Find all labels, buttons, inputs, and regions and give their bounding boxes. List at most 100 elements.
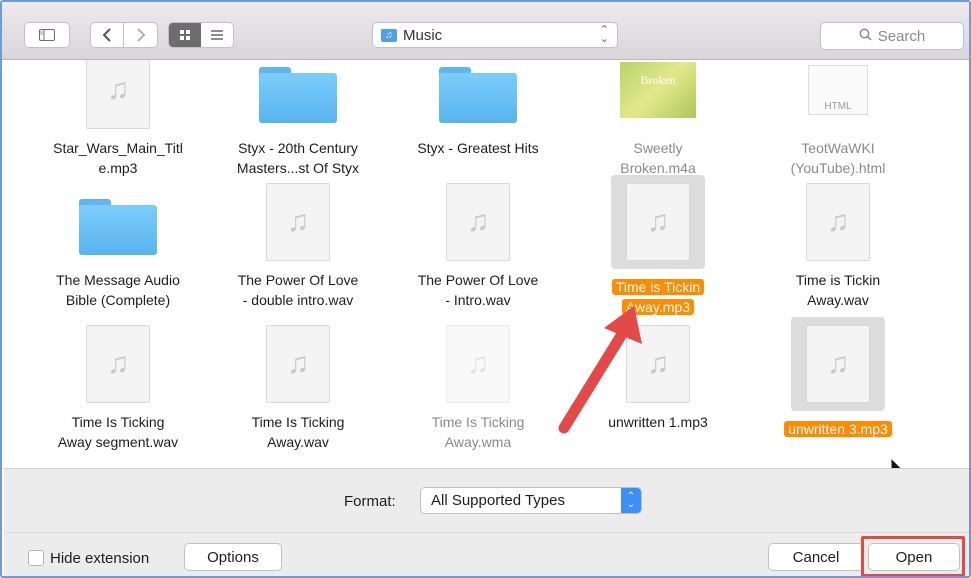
file-name-line2: Bible (Complete) (65, 292, 171, 308)
file-thumbnail: ♫ (78, 60, 158, 130)
file-item[interactable]: ♫ Time Is Ticking Away.wma (388, 324, 568, 452)
music-note-icon: ♫ (806, 325, 870, 403)
sidebar-icon (39, 29, 55, 41)
file-name-line2: Away.wma (444, 434, 512, 450)
music-note-icon: ♫ (266, 325, 330, 403)
file-name-line2: Masters...st Of Styx (236, 160, 360, 176)
file-thumbnail: ♫ (438, 324, 518, 404)
file-item[interactable]: ♫ The Power Of Love - double intro.wav (208, 182, 388, 310)
file-name: The Power Of Love - double intro.wav (213, 270, 383, 310)
file-name-line2: Away.wav (267, 434, 329, 450)
file-item[interactable]: The Message Audio Bible (Complete) (28, 182, 208, 310)
sidebar-toggle-button[interactable] (24, 22, 70, 48)
format-value: All Supported Types (431, 492, 565, 509)
up-down-chevron-icon: ⌃ ⌄ (599, 24, 609, 45)
folder-icon (259, 67, 337, 123)
file-thumbnail: Broken (618, 60, 698, 130)
file-name: The Power Of Love - Intro.wav (393, 270, 563, 310)
file-name-line2: - double intro.wav (242, 292, 354, 308)
file-name-line1: Styx - Greatest Hits (417, 140, 539, 156)
icon-view-button[interactable] (169, 23, 201, 47)
format-bar: Format: All Supported Types ⌃ ⌄ (4, 468, 969, 532)
location-popup[interactable]: ♫ Music ⌃ ⌄ (372, 22, 618, 48)
file-name: Styx - 20th Century Masters...st Of Styx (213, 138, 383, 178)
file-item[interactable]: ♫ Time is Tickin Away.mp3 (568, 175, 748, 317)
file-name-line2: Away segment.wav (57, 434, 179, 450)
file-name-line1: Styx - 20th Century (238, 140, 358, 156)
file-name-line1: Time Is Ticking (431, 414, 525, 430)
music-note-icon: ♫ (626, 325, 690, 403)
open-button-highlight (861, 536, 965, 576)
file-grid: ♫ Star_Wars_Main_Titl e.mp3 Styx - 20th Cen… (4, 60, 969, 466)
file-thumbnail (438, 60, 518, 130)
file-name: Time Is Ticking Away segment.wav (33, 412, 203, 452)
file-thumbnail (78, 182, 158, 262)
music-note-icon: ♫ (806, 183, 870, 261)
music-note-icon: ♫ (86, 60, 150, 129)
back-button[interactable] (91, 23, 125, 47)
bottom-bar: Hide extension Options Cancel Open (4, 532, 969, 576)
search-icon (859, 28, 872, 44)
format-select[interactable]: All Supported Types ⌃ ⌄ (420, 487, 642, 514)
music-folder-icon: ♫ (381, 28, 397, 42)
folder-icon (79, 199, 157, 255)
music-note-icon: ♫ (266, 183, 330, 261)
file-item[interactable]: ♫ Time is Tickin Away.wav (748, 182, 928, 310)
file-item[interactable]: Styx - Greatest Hits (388, 60, 568, 158)
view-mode-switcher (168, 22, 234, 48)
file-name: Time is Tickin Away.wav (753, 270, 923, 310)
file-thumbnail: ♫ (438, 182, 518, 262)
file-name-line2: Away.wav (807, 292, 869, 308)
back-forward-buttons (90, 22, 158, 48)
forward-button[interactable] (124, 23, 157, 47)
options-button[interactable]: Options (184, 543, 282, 571)
file-name: Sweetly Broken.m4a (573, 138, 743, 178)
file-name-line2: e.mp3 (98, 160, 138, 176)
file-item[interactable]: Styx - 20th Century Masters...st Of Styx (208, 60, 388, 178)
file-name-line1: Time is Tickin (611, 279, 705, 295)
file-name-line1: Time is Tickin (795, 272, 881, 288)
file-thumbnail: ♫ (618, 324, 698, 404)
file-thumbnail: ♫ (78, 324, 158, 404)
file-name: Star_Wars_Main_Titl e.mp3 (33, 138, 203, 178)
list-view-button[interactable] (201, 23, 233, 47)
file-name-line2: (YouTube).html (790, 160, 886, 176)
music-note-icon: ♫ (86, 325, 150, 403)
file-thumbnail: ♫ (791, 317, 885, 411)
file-name: Time Is Ticking Away.wav (213, 412, 383, 452)
file-name: TeotWaWKI (YouTube).html (753, 138, 923, 178)
file-item[interactable]: Broken Sweetly Broken.m4a (568, 60, 748, 178)
file-thumbnail: HTML (798, 60, 878, 130)
file-item[interactable]: ♫ Time Is Ticking Away.wav (208, 324, 388, 452)
search-field[interactable]: Search (820, 22, 964, 50)
file-item[interactable]: ♫ Star_Wars_Main_Titl e.mp3 (28, 60, 208, 178)
file-name: Styx - Greatest Hits (393, 138, 563, 158)
file-item[interactable]: ♫ unwritten 1.mp3 (568, 324, 748, 432)
toolbar: ♫ Music ⌃ ⌄ Search (2, 2, 969, 60)
hide-extension-checkbox[interactable] (28, 550, 44, 566)
file-item[interactable]: ♫ The Power Of Love - Intro.wav (388, 182, 568, 310)
file-thumbnail: ♫ (258, 182, 338, 262)
file-name-line1: The Power Of Love (417, 272, 539, 288)
music-note-icon: ♫ (446, 183, 510, 261)
cancel-button[interactable]: Cancel (768, 543, 864, 571)
file-item[interactable]: HTML TeotWaWKI (YouTube).html (748, 60, 928, 178)
html-file-icon: HTML (808, 65, 868, 115)
chevron-left-icon (102, 28, 111, 42)
file-name-line1: Time Is Ticking (251, 414, 345, 430)
file-name: unwritten 1.mp3 (573, 412, 743, 432)
file-item[interactable]: ♫ Time Is Ticking Away segment.wav (28, 324, 208, 452)
format-label: Format: (344, 493, 396, 510)
file-name-line2: Broken.m4a (620, 160, 696, 176)
file-name-line1: unwritten 3.mp3 (784, 421, 892, 437)
file-name-line2: Away.mp3 (621, 299, 695, 315)
file-thumbnail: ♫ (258, 324, 338, 404)
file-name: unwritten 3.mp3 (753, 419, 923, 439)
file-name-line1: The Message Audio (56, 272, 180, 288)
file-name-line2: - Intro.wav (445, 292, 511, 308)
file-item[interactable]: ♫ unwritten 3.mp3 (748, 317, 928, 439)
folder-icon (439, 67, 517, 123)
list-icon (211, 30, 223, 40)
file-name: The Message Audio Bible (Complete) (33, 270, 203, 310)
select-stepper-icon: ⌃ ⌄ (621, 488, 641, 513)
